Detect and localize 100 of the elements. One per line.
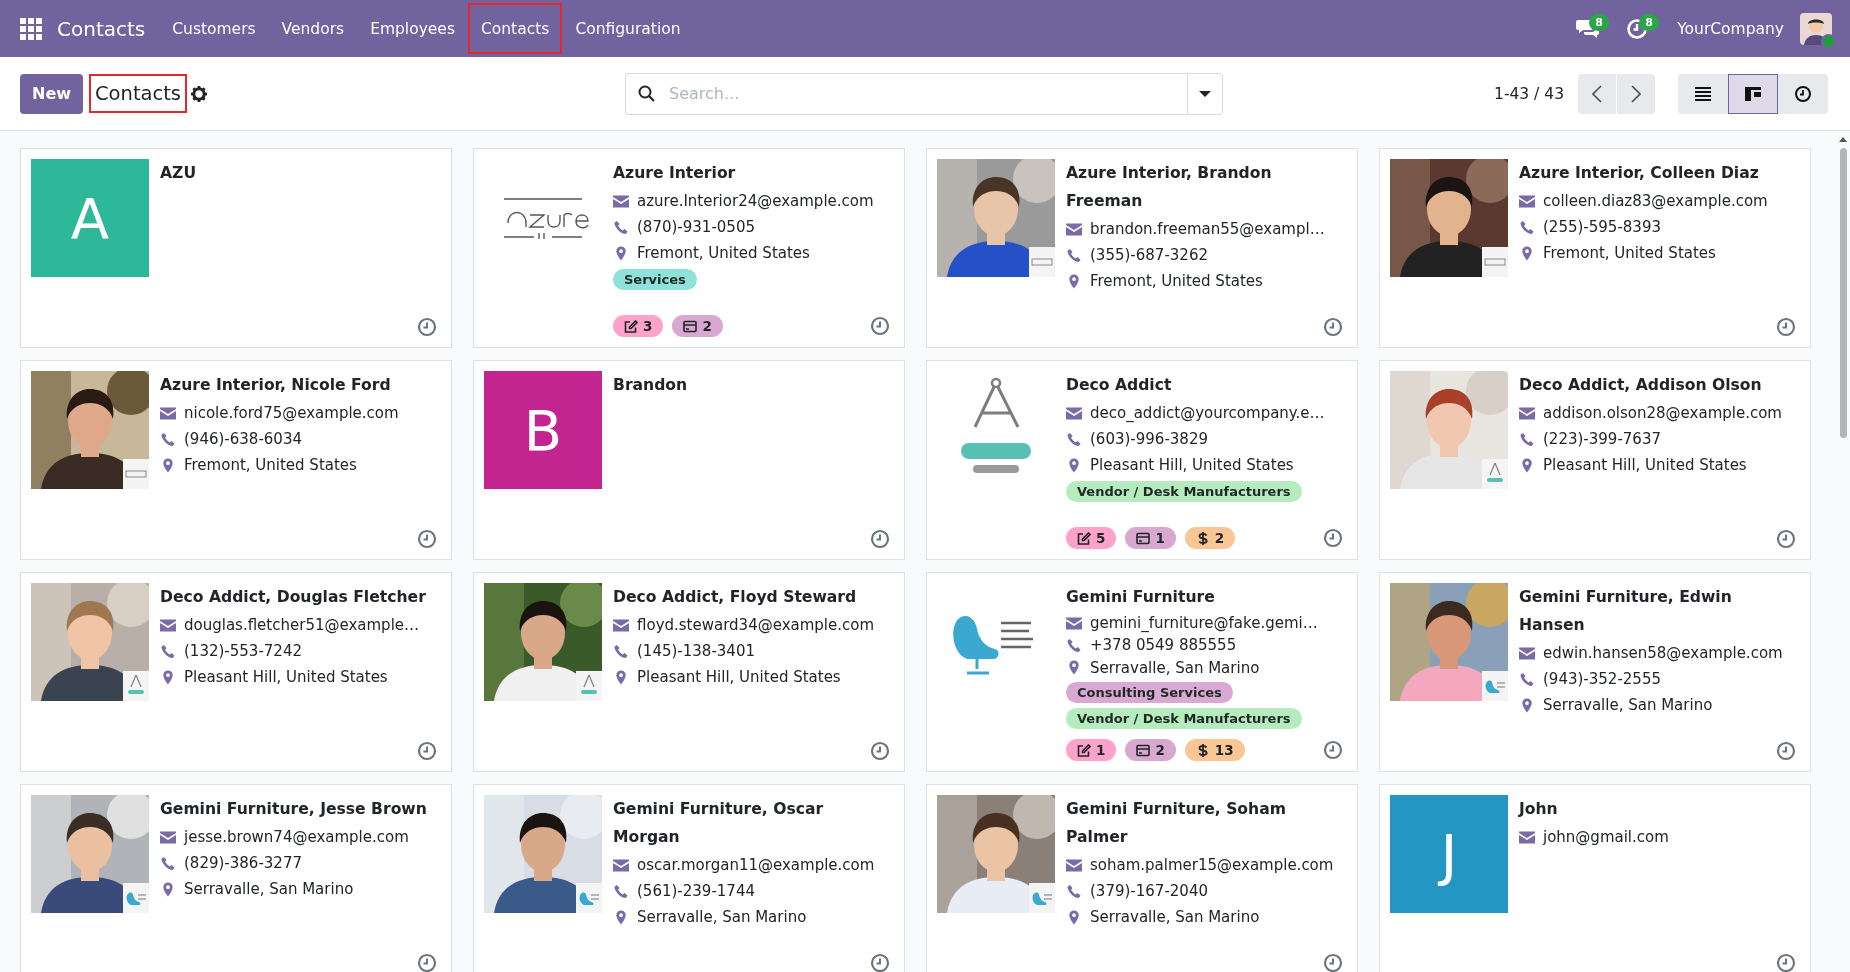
activity-clock-icon[interactable]	[1776, 953, 1796, 972]
contact-card[interactable]: Gemini Furniture, Soham Palmer soham.palmer15@example.com (379)-167-2040 Serravalle, San Marino	[926, 784, 1358, 972]
activity-clock-icon[interactable]	[870, 741, 890, 761]
activity-view-button[interactable]	[1778, 73, 1828, 114]
contact-card[interactable]: A AZU	[20, 148, 452, 348]
sales-counter[interactable]: 13	[1184, 739, 1245, 761]
edit-icon	[624, 319, 638, 333]
tag: Consulting Services	[1066, 682, 1233, 703]
contact-card[interactable]: Gemini Furniture, Edwin Hansen edwin.hansen58@example.com (943)-352-2555 Serravalle, San Marino	[1379, 572, 1811, 772]
activity-clock-icon[interactable]	[1323, 953, 1343, 972]
scrollbar-thumb[interactable]	[1839, 148, 1847, 438]
contact-email: soham.palmer15@example.com	[1090, 856, 1334, 874]
contact-name: Deco Addict	[1066, 375, 1173, 396]
activity-clock-icon[interactable]	[1323, 740, 1343, 760]
contact-card[interactable]: Azure Interior, Nicole Ford nicole.ford75@example.com (946)-638-6034 Fremont, United States	[20, 360, 452, 560]
breadcrumb: Contacts	[89, 74, 188, 113]
contact-card[interactable]: Deco Addict deco_addict@yourcompany.e… (603)-996-3829 Pleasant Hill, United States Vendor / Desk Manufacturers 5 1 2	[926, 360, 1358, 560]
contact-card[interactable]: Azure Interior azure.Interior24@example.com (870)-931-0505 Fremont, United States Services 3 2	[473, 148, 905, 348]
contact-card[interactable]: Deco Addict, Addison Olson addison.olson28@example.com (223)-399-7637 Pleasant Hill, United States	[1379, 360, 1811, 560]
activity-clock-icon[interactable]	[417, 529, 437, 549]
menu-item[interactable]: Contacts	[468, 3, 563, 54]
tag: Vendor / Desk Manufacturers	[1066, 708, 1302, 729]
previous-page-button[interactable]	[1578, 73, 1616, 114]
menu-item[interactable]: Customers	[159, 3, 269, 54]
phone-icon	[160, 855, 176, 871]
activity-clock-icon[interactable]	[870, 953, 890, 972]
contact-phone: (561)-239-1744	[637, 882, 755, 900]
phone-icon	[1066, 247, 1082, 263]
new-button[interactable]: New	[20, 73, 83, 114]
notes-counter[interactable]: 3	[613, 315, 664, 337]
notes-counter[interactable]: 5	[1066, 527, 1117, 549]
list-icon	[1694, 84, 1712, 103]
app-title[interactable]: Contacts	[57, 16, 146, 41]
activity-clock-icon[interactable]	[1776, 529, 1796, 549]
activity-clock-icon[interactable]	[870, 529, 890, 549]
contact-name: Gemini Furniture, Edwin Hansen	[1519, 587, 1733, 636]
location-pin-icon	[160, 457, 176, 473]
contact-card[interactable]: Gemini Furniture, Jesse Brown jesse.brown74@example.com (829)-386-3277 Serravalle, San Marino	[20, 784, 452, 972]
invoices-counter[interactable]: 1	[1125, 527, 1176, 549]
contact-email: edwin.hansen58@example.com	[1543, 644, 1783, 662]
location-pin-icon	[160, 669, 176, 685]
activity-clock-icon[interactable]	[1776, 741, 1796, 761]
location-pin-icon	[160, 881, 176, 897]
invoices-counter[interactable]: 2	[672, 315, 723, 337]
letter-avatar: A	[31, 159, 149, 277]
list-view-button[interactable]	[1678, 73, 1728, 114]
contact-address: Fremont, United States	[1543, 244, 1716, 262]
menu-item[interactable]: Employees	[357, 3, 468, 54]
contact-card[interactable]: Azure Interior, Colleen Diaz colleen.diaz83@example.com (255)-595-8393 Fremont, United States	[1379, 148, 1811, 348]
activity-clock-icon[interactable]	[417, 741, 437, 761]
contact-name: Deco Addict, Addison Olson	[1519, 375, 1763, 396]
contact-phone: (255)-595-8393	[1543, 218, 1661, 236]
contact-card[interactable]: Deco Addict, Floyd Steward floyd.steward34@example.com (145)-138-3401 Pleasant Hill, United States	[473, 572, 905, 772]
message-count-badge: 8	[1589, 13, 1609, 31]
activity-clock-icon[interactable]	[1323, 528, 1343, 548]
menu-item[interactable]: Vendors	[268, 3, 358, 54]
tag: Services	[613, 269, 697, 290]
kanban-view-button[interactable]	[1728, 73, 1778, 114]
clock-icon	[1794, 84, 1812, 103]
contact-card[interactable]: Gemini Furniture, Oscar Morgan oscar.morgan11@example.com (561)-239-1744 Serravalle, San Marino	[473, 784, 905, 972]
contact-phone: (132)-553-7242	[184, 642, 302, 660]
contact-name: Gemini Furniture, Jesse Brown	[160, 799, 428, 820]
invoices-counter[interactable]: 2	[1125, 739, 1176, 761]
next-page-button[interactable]	[1617, 73, 1655, 114]
activity-clock-icon[interactable]	[870, 316, 890, 336]
email-icon	[1066, 857, 1082, 873]
contact-address: Serravalle, San Marino	[184, 880, 354, 898]
settings-icon[interactable]	[191, 85, 208, 102]
email-icon	[1519, 645, 1535, 661]
contact-address: Serravalle, San Marino	[1090, 658, 1260, 677]
contact-email: azure.Interior24@example.com	[637, 192, 874, 210]
contact-phone: (829)-386-3277	[184, 854, 302, 872]
sales-counter[interactable]: 2	[1184, 527, 1236, 549]
company-name[interactable]: YourCompany	[1677, 19, 1784, 38]
contact-card[interactable]: Gemini Furniture gemini_furniture@fake.gemi… +378 0549 885555 Serravalle, San Marino Consulting Services Vendor / Desk Manufacturers 1 2 13	[926, 572, 1358, 772]
activity-clock-icon[interactable]	[417, 953, 437, 972]
contact-phone: (223)-399-7637	[1543, 430, 1661, 448]
menu-item[interactable]: Configuration	[562, 3, 694, 54]
contact-address: Pleasant Hill, United States	[184, 668, 388, 686]
email-icon	[1066, 615, 1082, 631]
location-pin-icon	[1066, 457, 1082, 473]
contact-card[interactable]: Azure Interior, Brandon Freeman brandon.freeman55@exampl… (355)-687-3262 Fremont, United States	[926, 148, 1358, 348]
scroll-up-arrow[interactable]	[1839, 137, 1847, 142]
contact-card[interactable]: J John john@gmail.com	[1379, 784, 1811, 972]
contact-name: Deco Addict, Floyd Steward	[613, 587, 858, 608]
phone-icon	[1066, 638, 1082, 653]
contact-email: addison.olson28@example.com	[1543, 404, 1782, 422]
contact-name: Azure Interior, Colleen Diaz	[1519, 163, 1760, 184]
notes-counter[interactable]: 1	[1066, 739, 1117, 761]
contact-card[interactable]: B Brandon	[473, 360, 905, 560]
user-avatar[interactable]	[1800, 12, 1832, 45]
contact-card[interactable]: Deco Addict, Douglas Fletcher douglas.fletcher51@example… (132)-553-7242 Pleasant Hill, United States	[20, 572, 452, 772]
activity-clock-icon[interactable]	[1776, 317, 1796, 337]
location-pin-icon	[1519, 457, 1535, 473]
search-options-toggle[interactable]	[1187, 72, 1223, 115]
activity-clock-icon[interactable]	[1323, 317, 1343, 337]
phone-icon	[1519, 671, 1535, 687]
contact-email: colleen.diaz83@example.com	[1543, 192, 1768, 210]
apps-menu-icon[interactable]	[20, 17, 42, 40]
activity-clock-icon[interactable]	[417, 317, 437, 337]
